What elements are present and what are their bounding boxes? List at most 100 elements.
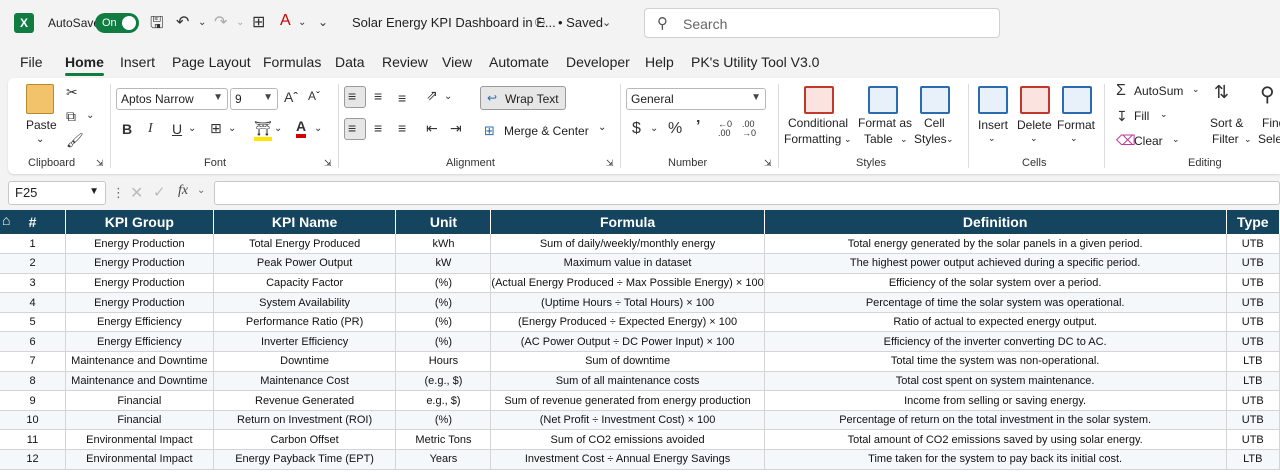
cell-index[interactable]: 1: [0, 234, 66, 255]
enter-icon[interactable]: ✓: [153, 183, 166, 201]
cut-icon[interactable]: ✂: [66, 84, 78, 101]
font-color-dropdown-icon[interactable]: ⌄: [314, 123, 322, 134]
increase-indent-icon[interactable]: ⇥: [450, 120, 462, 137]
clear-icon[interactable]: ⌫: [1116, 132, 1136, 149]
delete-cells-icon[interactable]: [1020, 86, 1050, 114]
find-label[interactable]: Find: [1262, 116, 1280, 130]
customize-toolbar-icon[interactable]: ⌄: [318, 15, 328, 29]
cell-index[interactable]: 10: [0, 410, 66, 431]
autosum-dropdown-icon[interactable]: ⌄: [1192, 84, 1200, 95]
number-launcher-icon[interactable]: ⇲: [764, 158, 772, 169]
cell-kpi-name[interactable]: Performance Ratio (PR): [213, 312, 397, 333]
font-color-icon[interactable]: A: [280, 12, 291, 30]
cell-definition[interactable]: Time taken for the system to pay back it…: [764, 449, 1227, 470]
cell-formula[interactable]: Sum of revenue generated from energy pro…: [490, 390, 765, 411]
cell-definition[interactable]: Total energy generated by the solar pane…: [764, 234, 1227, 255]
cell-kpi-group[interactable]: Energy Efficiency: [65, 331, 214, 353]
function-dropdown-icon[interactable]: ⌄: [197, 185, 205, 196]
header-kpi-group[interactable]: KPI Group: [65, 210, 214, 234]
cell-index[interactable]: 2: [0, 253, 66, 274]
cell-type[interactable]: UTB: [1226, 273, 1280, 294]
conditional-dropdown-icon[interactable]: ⌄: [844, 134, 852, 145]
cell-definition[interactable]: Income from selling or saving energy.: [764, 390, 1227, 411]
cell-formula[interactable]: (Uptime Hours ÷ Total Hours) × 100: [490, 292, 765, 313]
clear-label[interactable]: Clear: [1134, 134, 1163, 148]
cell-definition[interactable]: Ratio of actual to expected energy outpu…: [764, 312, 1227, 333]
cell-unit[interactable]: Metric Tons: [395, 429, 492, 451]
delete-dropdown-icon[interactable]: ⌄: [1030, 133, 1038, 144]
fill-dropdown-icon[interactable]: ⌄: [1160, 109, 1168, 120]
cell-definition[interactable]: Efficiency of the inverter converting DC…: [764, 331, 1227, 353]
cell-definition[interactable]: Total time the system was non-operationa…: [764, 351, 1227, 372]
cell-unit[interactable]: (e.g., $): [395, 371, 492, 392]
decrease-decimal-icon[interactable]: .00 →0: [742, 120, 756, 138]
border-dropdown-icon[interactable]: ⌄: [228, 123, 236, 134]
sort-label[interactable]: Sort &: [1210, 116, 1243, 130]
sort-filter-dropdown-icon[interactable]: ⌄: [1244, 134, 1252, 145]
tab-pk-utility[interactable]: PK's Utility Tool V3.0: [691, 54, 819, 70]
copy-icon[interactable]: ⧉: [66, 108, 76, 125]
tab-review[interactable]: Review: [382, 54, 428, 70]
cell-index[interactable]: 7: [0, 351, 66, 372]
cell-definition[interactable]: Percentage of return on the total invest…: [764, 410, 1227, 431]
tab-file[interactable]: File: [20, 54, 43, 70]
cell-kpi-name[interactable]: Energy Payback Time (EPT): [213, 449, 397, 470]
tab-automate[interactable]: Automate: [489, 54, 549, 70]
cell-unit[interactable]: (%): [395, 410, 492, 431]
tab-home[interactable]: Home: [65, 54, 104, 76]
percent-icon[interactable]: %: [668, 120, 682, 138]
cell-kpi-name[interactable]: Downtime: [213, 351, 397, 372]
paste-icon[interactable]: [26, 84, 54, 114]
cell-unit[interactable]: kWh: [395, 234, 492, 255]
cell-kpi-group[interactable]: Energy Efficiency: [65, 312, 214, 333]
cell-definition[interactable]: Total cost spent on system maintenance.: [764, 371, 1227, 392]
cell-index[interactable]: 6: [0, 331, 66, 353]
cell-kpi-group[interactable]: Energy Production: [65, 273, 214, 294]
cell-definition[interactable]: Efficiency of the solar system over a pe…: [764, 273, 1227, 294]
format-as-label[interactable]: Format as: [858, 116, 912, 130]
tab-developer[interactable]: Developer: [566, 54, 630, 70]
cell-kpi-name[interactable]: Return on Investment (ROI): [213, 410, 397, 431]
header-kpi-name[interactable]: KPI Name: [213, 210, 397, 234]
cell-kpi-name[interactable]: Peak Power Output: [213, 253, 397, 274]
fill-label[interactable]: Fill: [1134, 109, 1149, 123]
filter-label[interactable]: Filter: [1212, 132, 1239, 146]
font-color-dropdown-icon[interactable]: ⌄: [298, 17, 306, 28]
cell-index[interactable]: 8: [0, 371, 66, 392]
cell-type[interactable]: UTB: [1226, 292, 1280, 313]
font-launcher-icon[interactable]: ⇲: [324, 158, 332, 169]
orientation-icon[interactable]: ⇗: [426, 87, 438, 104]
cell-definition[interactable]: The highest power output achieved during…: [764, 253, 1227, 274]
merge-center-button[interactable]: ⊞ Merge & Center ⌄: [480, 120, 610, 142]
bold-icon[interactable]: B: [122, 121, 132, 137]
cell-unit[interactable]: e.g., $): [395, 390, 492, 411]
autosum-icon[interactable]: Σ: [1116, 82, 1126, 100]
cell-index[interactable]: 4: [0, 292, 66, 313]
cell-index[interactable]: 3: [0, 273, 66, 294]
cell-kpi-group[interactable]: Energy Production: [65, 292, 214, 313]
cell-unit[interactable]: Years: [395, 449, 492, 470]
orientation-dropdown-icon[interactable]: ⌄: [444, 91, 452, 102]
autosave-toggle[interactable]: On: [95, 13, 139, 33]
home-icon[interactable]: ⌂: [2, 212, 10, 228]
save-icon[interactable]: 🖫: [150, 12, 164, 39]
wrap-text-button[interactable]: ↩ Wrap Text: [480, 86, 566, 110]
delete-cells-label[interactable]: Delete: [1017, 118, 1052, 132]
cell-definition[interactable]: Percentage of time the solar system was …: [764, 292, 1227, 313]
cell-type[interactable]: UTB: [1226, 253, 1280, 274]
cell-formula[interactable]: (Net Profit ÷ Investment Cost) × 100: [490, 410, 765, 431]
cell-formula[interactable]: Sum of daily/weekly/monthly energy: [490, 234, 765, 255]
cell-kpi-group[interactable]: Environmental Impact: [65, 449, 214, 470]
header-unit[interactable]: Unit: [395, 210, 492, 234]
cell-type[interactable]: UTB: [1226, 234, 1280, 255]
format-dropdown-icon[interactable]: ⌄: [1070, 133, 1078, 144]
cell-kpi-name[interactable]: Revenue Generated: [213, 390, 397, 411]
redo-dropdown-icon[interactable]: ⌄: [236, 17, 244, 28]
cell-type[interactable]: LTB: [1226, 351, 1280, 372]
cell-kpi-name[interactable]: System Availability: [213, 292, 397, 313]
cell-formula[interactable]: (Energy Produced ÷ Expected Energy) × 10…: [490, 312, 765, 333]
undo-icon[interactable]: ↶: [176, 12, 189, 32]
more-options-icon[interactable]: ⋮: [112, 185, 125, 201]
border-icon[interactable]: ⊞: [210, 120, 222, 137]
cell-type[interactable]: UTB: [1226, 331, 1280, 353]
